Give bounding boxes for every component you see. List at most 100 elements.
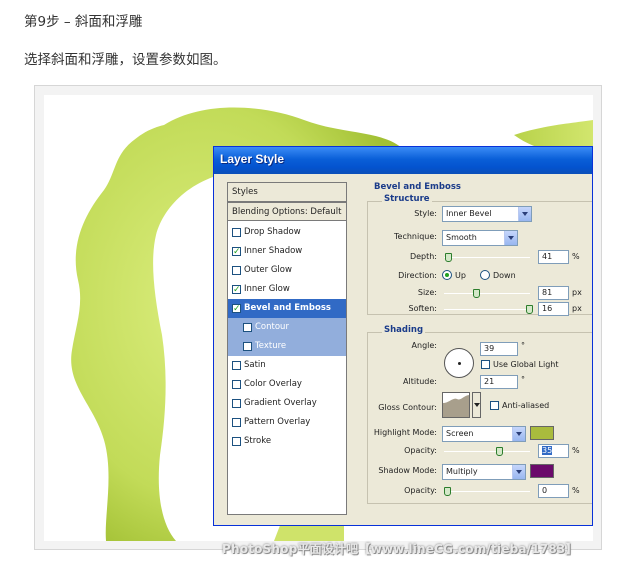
depth-label: Depth: [409,252,437,261]
depth-value: 41 [542,252,553,261]
gloss-contour-picker[interactable] [442,392,470,418]
layer-style-dialog: Layer Style Styles Blending Options: Def… [213,146,593,526]
angle-unit: ° [521,341,525,350]
direction-label: Direction: [398,271,437,280]
blending-options-item[interactable]: Blending Options: Default [228,202,346,221]
shadow-opacity-slider[interactable] [444,491,530,492]
anti-aliased-checkbox[interactable] [490,401,499,410]
highlight-mode-value: Screen [446,429,474,438]
gradient-overlay-label: Gradient Overlay [244,398,317,408]
size-unit: px [572,288,582,297]
blending-options-label: Blending Options: Default [232,207,342,217]
global-light-checkbox[interactable] [481,360,490,369]
pattern-overlay-label: Pattern Overlay [244,417,311,427]
style-item-satin[interactable]: Satin [228,356,346,375]
style-item-bevel-emboss[interactable]: Bevel and Emboss [228,299,346,319]
contour-curve-icon [443,395,469,417]
satin-label: Satin [244,360,266,370]
outer-glow-checkbox[interactable] [232,266,241,275]
color-overlay-checkbox[interactable] [232,380,241,389]
dialog-title-bar[interactable]: Layer Style [214,147,592,174]
step-title: 第9步 – 斜面和浮雕 [24,14,143,30]
inner-shadow-checkbox[interactable] [232,243,241,262]
gradient-overlay-checkbox[interactable] [232,399,241,408]
gloss-contour-dropdown[interactable] [472,392,481,418]
style-item-inner-glow[interactable]: Inner Glow [228,280,346,300]
shadow-opacity-value: 0 [542,486,548,495]
shadow-opacity-label: Opacity: [404,486,437,495]
depth-slider[interactable] [444,257,530,258]
drop-shadow-label: Drop Shadow [244,227,301,237]
style-item-outer-glow[interactable]: Outer Glow [228,261,346,280]
soften-unit: px [572,304,582,313]
dialog-title: Layer Style [220,152,285,166]
altitude-input[interactable]: 21 [480,375,518,389]
outer-glow-label: Outer Glow [244,265,292,275]
size-slider-thumb[interactable] [473,289,480,298]
style-item-texture[interactable]: Texture [228,337,346,356]
styles-header[interactable]: Styles [228,183,346,202]
angle-dial[interactable] [444,348,474,378]
altitude-label: Altitude: [403,377,437,386]
contour-checkbox[interactable] [243,323,252,332]
highlight-opacity-slider[interactable] [444,451,530,452]
shadow-mode-label: Shadow Mode: [378,466,437,475]
depth-unit: % [572,252,580,261]
highlight-opacity-unit: % [572,446,580,455]
shadow-opacity-slider-thumb[interactable] [444,487,451,496]
highlight-mode-select[interactable]: Screen [442,426,526,442]
inner-shadow-label: Inner Shadow [244,246,303,256]
soften-slider[interactable] [444,309,530,310]
style-item-pattern-overlay[interactable]: Pattern Overlay [228,413,346,432]
highlight-opacity-input[interactable]: 35 [538,444,569,458]
direction-down-radio[interactable] [480,270,490,280]
bevel-emboss-panel: Bevel and Emboss Structure Style: Inner … [360,180,592,520]
styles-list: Styles Blending Options: Default Drop Sh… [227,182,347,515]
highlight-opacity-slider-thumb[interactable] [496,447,503,456]
style-select-value: Inner Bevel [446,209,492,218]
shadow-opacity-input[interactable]: 0 [538,484,569,498]
instruction-text: 选择斜面和浮雕，设置参数如图。 [24,52,227,68]
inner-glow-checkbox[interactable] [232,281,241,300]
chevron-down-icon [474,403,480,407]
direction-up-radio[interactable] [442,270,452,280]
shadow-color-swatch[interactable] [530,464,554,478]
style-item-stroke[interactable]: Stroke [228,432,346,451]
chevron-down-icon [512,465,525,479]
shadow-mode-select[interactable]: Multiply [442,464,526,480]
depth-slider-thumb[interactable] [445,253,452,262]
contour-label: Contour [255,322,289,332]
bevel-section-title: Bevel and Emboss [374,182,461,192]
structure-title: Structure [382,194,432,204]
soften-label: Soften: [408,304,437,313]
highlight-opacity-label: Opacity: [404,446,437,455]
watermark: PhotoShop平面设计吧【www.lineCG.com/tieba/1783… [222,542,578,556]
texture-checkbox[interactable] [243,342,252,351]
styles-header-label: Styles [232,187,258,197]
technique-select[interactable]: Smooth [442,230,518,246]
satin-checkbox[interactable] [232,361,241,370]
stroke-checkbox[interactable] [232,437,241,446]
size-slider[interactable] [444,293,530,294]
style-item-inner-shadow[interactable]: Inner Shadow [228,242,346,262]
pattern-overlay-checkbox[interactable] [232,418,241,427]
drop-shadow-checkbox[interactable] [232,228,241,237]
technique-select-value: Smooth [446,233,477,242]
style-item-drop-shadow[interactable]: Drop Shadow [228,223,346,242]
highlight-color-swatch[interactable] [530,426,554,440]
bevel-emboss-checkbox[interactable] [232,300,241,319]
soften-slider-thumb[interactable] [526,305,533,314]
size-input[interactable]: 81 [538,286,569,300]
soften-input[interactable]: 16 [538,302,569,316]
shadow-opacity-unit: % [572,486,580,495]
style-item-gradient-overlay[interactable]: Gradient Overlay [228,394,346,413]
style-item-contour[interactable]: Contour [228,318,346,337]
technique-label: Technique: [394,232,437,241]
bevel-emboss-label: Bevel and Emboss [244,303,331,313]
depth-input[interactable]: 41 [538,250,569,264]
altitude-value: 21 [484,377,495,386]
angle-input[interactable]: 39 [480,342,518,356]
style-select[interactable]: Inner Bevel [442,206,532,222]
soften-value: 16 [542,304,553,313]
style-item-color-overlay[interactable]: Color Overlay [228,375,346,394]
